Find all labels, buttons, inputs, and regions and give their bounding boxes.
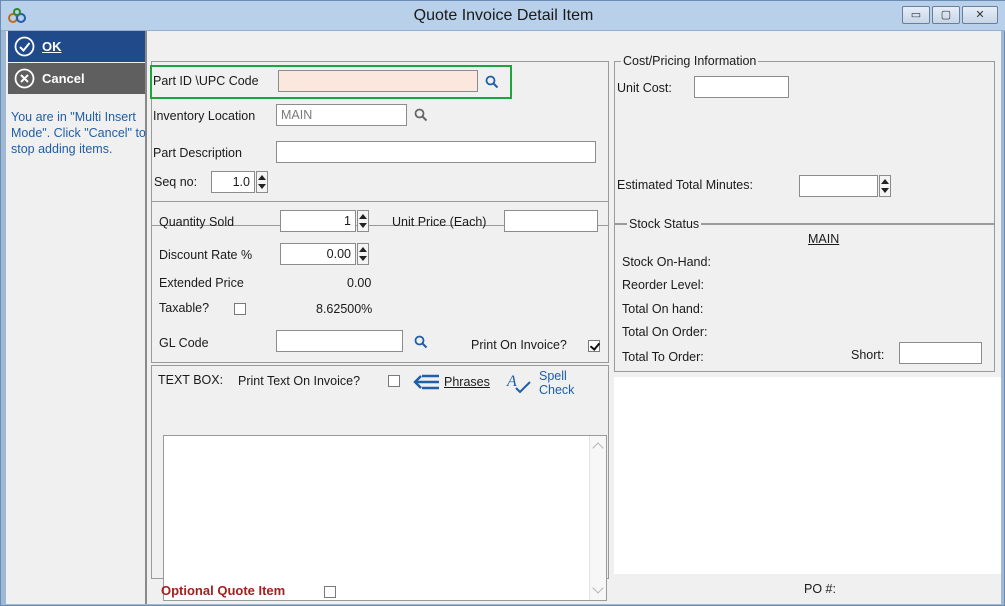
- text-box-scrollbar[interactable]: [589, 436, 606, 600]
- title-bar: Quote Invoice Detail Item ▭ ▢ ✕: [1, 1, 1005, 31]
- unit-cost-label: Unit Cost:: [617, 81, 672, 95]
- phrases-button[interactable]: Phrases: [412, 371, 492, 393]
- stock-location-label: MAIN: [808, 232, 840, 246]
- ok-button[interactable]: OK: [8, 31, 145, 62]
- discount-stepper[interactable]: [357, 243, 369, 265]
- reorder-level-label: Reorder Level:: [622, 278, 704, 292]
- unit-price-label: Unit Price (Each): [392, 215, 487, 229]
- part-description-input[interactable]: [276, 141, 596, 163]
- est-minutes-stepper[interactable]: [879, 175, 891, 197]
- extended-price-label: Extended Price: [159, 276, 244, 290]
- dialog-content: OK Cancel You are in "Multi Insert Mode"…: [6, 31, 1001, 604]
- textbox-label: TEXT BOX:: [158, 373, 224, 387]
- spell-check-icon: A: [506, 373, 531, 394]
- close-icon: ✕: [975, 9, 985, 21]
- quantity-sold-label: Quantity Sold: [159, 215, 235, 229]
- maximize-icon: ▢: [940, 9, 952, 21]
- sidebar: OK Cancel You are in "Multi Insert Mode"…: [6, 31, 147, 604]
- po-number-label: PO #:: [804, 582, 836, 596]
- phrases-icon: [413, 374, 439, 390]
- gl-code-input[interactable]: [276, 330, 403, 352]
- cancel-label: Cancel: [42, 71, 85, 86]
- cost-pricing-legend: Cost/Pricing Information: [621, 54, 759, 68]
- phrases-label: Phrases: [444, 375, 490, 389]
- blank-panel: [614, 377, 1001, 574]
- multi-insert-note: You are in "Multi Insert Mode". Click "C…: [11, 110, 146, 156]
- total-to-order-label: Total To Order:: [622, 350, 704, 364]
- spell-label: Spell: [539, 369, 567, 383]
- seq-no-input[interactable]: [211, 171, 255, 193]
- quote-invoice-window: Quote Invoice Detail Item ▭ ▢ ✕ OK Cance…: [0, 0, 1005, 606]
- unit-price-input[interactable]: [504, 210, 598, 232]
- cancel-button[interactable]: Cancel: [8, 63, 145, 94]
- gl-search-icon[interactable]: [414, 335, 428, 349]
- print-on-invoice-checkbox[interactable]: [588, 340, 600, 352]
- seq-no-label: Seq no:: [154, 175, 198, 189]
- stock-on-hand-label: Stock On-Hand:: [622, 255, 711, 269]
- stock-status-legend: Stock Status: [627, 217, 702, 231]
- quantity-sold-input[interactable]: [280, 210, 356, 232]
- short-input[interactable]: [899, 342, 982, 364]
- minimize-icon: ▭: [910, 9, 922, 21]
- minimize-button[interactable]: ▭: [902, 6, 930, 24]
- part-id-label: Part ID \UPC Code: [153, 74, 259, 88]
- svg-text:A: A: [506, 373, 517, 390]
- short-label: Short:: [851, 348, 885, 362]
- window-title: Quote Invoice Detail Item: [413, 7, 594, 24]
- taxable-checkbox[interactable]: [234, 303, 246, 315]
- part-id-input[interactable]: [278, 70, 478, 92]
- ok-label: OK: [42, 39, 62, 54]
- total-on-hand-label: Total On hand:: [622, 302, 704, 316]
- optional-quote-item-checkbox[interactable]: [324, 586, 336, 598]
- print-text-checkbox[interactable]: [388, 375, 400, 387]
- inventory-location-input[interactable]: [276, 104, 407, 126]
- cancel-circle-icon: [14, 68, 35, 89]
- text-box-area[interactable]: [163, 435, 607, 601]
- spell-check-button[interactable]: A Spell Check: [506, 369, 576, 399]
- est-minutes-input[interactable]: [799, 175, 878, 197]
- inventory-location-label: Inventory Location: [153, 109, 256, 123]
- part-search-icon[interactable]: [485, 75, 499, 89]
- part-description-label: Part Description: [153, 146, 242, 160]
- print-text-label: Print Text On Invoice?: [238, 374, 361, 388]
- print-on-invoice-label: Print On Invoice?: [471, 338, 567, 352]
- gl-code-label: GL Code: [159, 336, 209, 350]
- check-label: Check: [539, 383, 575, 397]
- seq-no-stepper[interactable]: [256, 171, 268, 193]
- location-search-icon[interactable]: [414, 108, 428, 122]
- close-button[interactable]: ✕: [962, 6, 998, 24]
- taxable-label: Taxable?: [159, 301, 210, 315]
- check-circle-icon: [14, 36, 35, 57]
- optional-quote-item-label: Optional Quote Item: [161, 583, 286, 598]
- est-minutes-label: Estimated Total Minutes:: [617, 178, 753, 192]
- tax-rate-value: 8.62500%: [316, 302, 373, 316]
- total-on-order-label: Total On Order:: [622, 325, 708, 339]
- maximize-button[interactable]: ▢: [932, 6, 960, 24]
- unit-cost-input[interactable]: [694, 76, 789, 98]
- discount-rate-input[interactable]: [280, 243, 356, 265]
- quantity-stepper[interactable]: [357, 210, 369, 232]
- extended-price-value: 0.00: [347, 276, 372, 290]
- discount-rate-label: Discount Rate %: [159, 248, 253, 262]
